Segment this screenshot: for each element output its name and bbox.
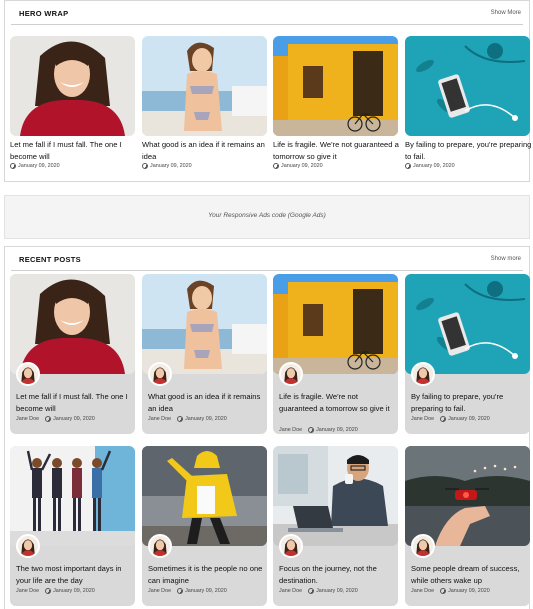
clock-icon [440,416,447,422]
post-thumbnail[interactable] [273,274,398,374]
recent-post-card[interactable]: The two most important days in your life… [10,446,135,609]
clock-icon [308,588,315,594]
clock-icon [177,416,184,422]
recent-post-card[interactable]: Life is fragile. We're not guaranteed a … [273,274,398,442]
clock-icon [273,163,279,169]
section-header: HERO WRAP Show More [11,1,523,25]
post-thumbnail[interactable] [405,274,530,374]
post-title[interactable]: Sometimes it is the people no one can im… [148,563,265,586]
section-title: HERO WRAP [19,9,69,18]
post-meta: Jane Doe January 09, 2020 [279,427,358,433]
recent-post-card[interactable]: Some people dream of success, while othe… [405,446,530,609]
post-title[interactable]: Life is fragile. We're not guaranteed a … [279,391,396,414]
author-avatar[interactable] [411,362,435,386]
post-title[interactable]: Let me fall if I must fall. The one I be… [16,391,133,414]
post-meta: Jane Doe January 09, 2020 [411,416,490,422]
author-avatar[interactable] [279,362,303,386]
post-title[interactable]: Some people dream of success, while othe… [411,563,528,586]
post-date: January 09, 2020 [316,427,358,433]
section-title: RECENT POSTS [19,255,81,264]
post-meta: January 09, 2020 [273,163,323,169]
author-avatar[interactable] [148,362,172,386]
post-author[interactable]: Jane Doe [148,588,171,594]
post-thumbnail[interactable] [273,446,398,546]
post-meta: January 09, 2020 [10,163,60,169]
hero-wrap-section: HERO WRAP Show More Let me fall if I mus… [4,0,533,182]
show-more-link[interactable]: Show more [491,256,521,262]
recent-post-card[interactable]: Focus on the journey, not the destinatio… [273,446,398,609]
post-thumbnail[interactable] [142,274,267,374]
post-date: January 09, 2020 [185,416,227,422]
post-date: January 09, 2020 [448,588,490,594]
post-author[interactable]: Jane Doe [279,427,302,433]
clock-icon [45,416,52,422]
clock-icon [177,588,184,594]
author-avatar[interactable] [411,534,435,558]
post-date: January 09, 2020 [413,163,455,169]
post-date: January 09, 2020 [316,588,358,594]
post-date: January 09, 2020 [18,163,60,169]
post-author[interactable]: Jane Doe [411,588,434,594]
post-title[interactable]: By failing to prepare, you're preparing … [411,391,528,414]
author-avatar[interactable] [16,362,40,386]
post-author[interactable]: Jane Doe [16,416,39,422]
post-date: January 09, 2020 [281,163,323,169]
clock-icon [142,163,148,169]
post-title[interactable]: Let me fall if I must fall. The one I be… [10,139,138,162]
recent-post-card[interactable]: By failing to prepare, you're preparing … [405,274,530,442]
post-title[interactable]: What good is an idea if it remains an id… [142,139,270,162]
ad-placeholder-text: Your Responsive Ads code (Google Ads) [208,212,326,219]
clock-icon [308,427,315,433]
post-title[interactable]: The two most important days in your life… [16,563,133,586]
recent-post-card[interactable]: Let me fall if I must fall. The one I be… [10,274,135,442]
recent-post-card[interactable]: Sometimes it is the people no one can im… [142,446,267,609]
author-avatar[interactable] [279,534,303,558]
post-title[interactable]: Life is fragile. We're not guaranteed a … [273,139,401,162]
clock-icon [405,163,411,169]
post-author[interactable]: Jane Doe [411,416,434,422]
post-title[interactable]: What good is an idea if it remains an id… [148,391,265,414]
post-thumbnail[interactable] [10,36,135,136]
post-thumbnail[interactable] [273,36,398,136]
clock-icon [10,163,16,169]
ad-banner: Your Responsive Ads code (Google Ads) [4,195,530,239]
clock-icon [440,588,447,594]
post-meta: Jane Doe January 09, 2020 [279,588,358,594]
post-date: January 09, 2020 [53,416,95,422]
post-meta: January 09, 2020 [142,163,192,169]
post-author[interactable]: Jane Doe [148,416,171,422]
recent-posts-section: RECENT POSTS Show more Let me fall if I … [4,246,530,609]
section-header: RECENT POSTS Show more [11,247,523,271]
post-author[interactable]: Jane Doe [16,588,39,594]
clock-icon [45,588,52,594]
post-meta: January 09, 2020 [405,163,455,169]
post-title[interactable]: Focus on the journey, not the destinatio… [279,563,396,586]
post-date: January 09, 2020 [448,416,490,422]
post-meta: Jane Doe January 09, 2020 [411,588,490,594]
post-date: January 09, 2020 [53,588,95,594]
post-thumbnail[interactable] [405,36,530,136]
post-title[interactable]: By failing to prepare, you're preparing … [405,139,533,162]
recent-post-card[interactable]: What good is an idea if it remains an id… [142,274,267,442]
post-meta: Jane Doe January 09, 2020 [148,416,227,422]
post-date: January 09, 2020 [185,588,227,594]
author-avatar[interactable] [16,534,40,558]
post-thumbnail[interactable] [142,36,267,136]
post-date: January 09, 2020 [150,163,192,169]
post-author[interactable]: Jane Doe [279,588,302,594]
post-thumbnail[interactable] [10,274,135,374]
post-thumbnail[interactable] [10,446,135,546]
post-thumbnail[interactable] [405,446,530,546]
post-meta: Jane Doe January 09, 2020 [16,588,95,594]
post-meta: Jane Doe January 09, 2020 [148,588,227,594]
author-avatar[interactable] [148,534,172,558]
post-thumbnail[interactable] [142,446,267,546]
show-more-link[interactable]: Show More [491,10,521,16]
post-meta: Jane Doe January 09, 2020 [16,416,95,422]
